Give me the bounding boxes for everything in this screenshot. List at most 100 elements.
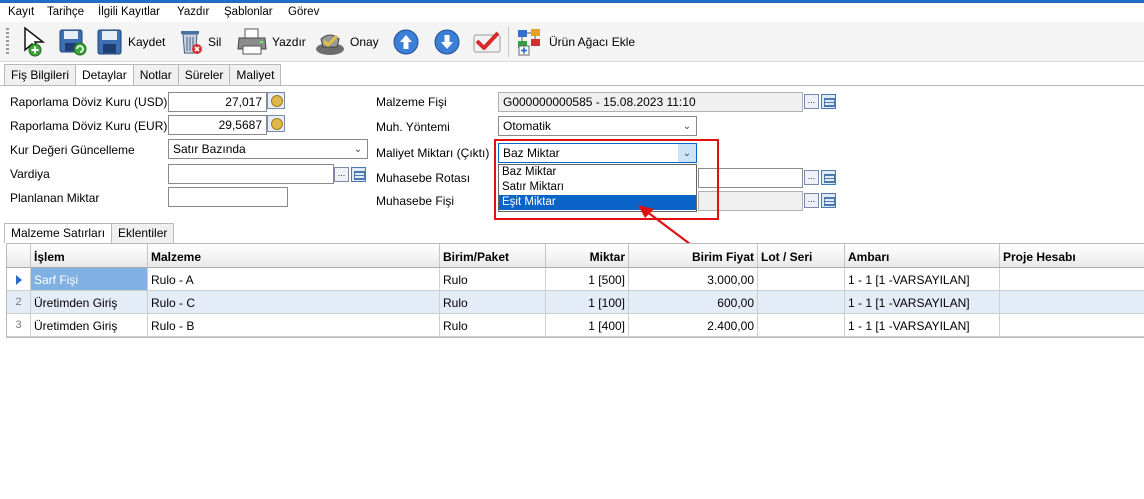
cell-malzeme[interactable]: Rulo - C (148, 291, 440, 314)
grid-header-indicator (7, 244, 31, 268)
tab-notlar[interactable]: Notlar (132, 64, 179, 85)
eur-rate-label: Raporlama Döviz Kuru (EUR) (10, 119, 168, 133)
tab-sureler[interactable]: Süreler (177, 64, 231, 85)
product-tree-icon (518, 29, 540, 56)
row-current-indicator (7, 268, 31, 291)
cell-islem[interactable]: Sarf Fişi (31, 268, 148, 291)
table-row[interactable]: 3 Üretimden Giriş Rulo - B Rulo 1 [400] … (7, 314, 1144, 337)
grid-header-islem[interactable]: İşlem (31, 244, 148, 268)
cell-ambari[interactable]: 1 - 1 [1 -VARSAYILAN] (845, 314, 1000, 337)
vardiya-label: Vardiya (10, 167, 50, 181)
grid-header-miktar[interactable]: Miktar (546, 244, 629, 268)
cell-birim-fiyat[interactable]: 600,00 (629, 291, 758, 314)
print-button[interactable]: Yazdır (236, 26, 306, 58)
menu-gorev[interactable]: Görev (288, 6, 319, 18)
save-new-button[interactable] (58, 26, 88, 58)
cell-malzeme[interactable]: Rulo - B (148, 314, 440, 337)
accounting-slip-browse-button[interactable]: ... (804, 193, 819, 208)
cell-ambari[interactable]: 1 - 1 [1 -VARSAYILAN] (845, 268, 1000, 291)
table-row[interactable]: 2 Üretimden Giriş Rulo - C Rulo 1 [100] … (7, 291, 1144, 314)
cell-proje-hesabi[interactable] (1000, 291, 1144, 314)
row-number: 2 (7, 291, 31, 314)
tab-detaylar[interactable]: Detaylar (75, 64, 134, 86)
tab-malzeme-satirlari[interactable]: Malzeme Satırları (4, 223, 113, 243)
cell-ambari[interactable]: 1 - 1 [1 -VARSAYILAN] (845, 291, 1000, 314)
save-button[interactable]: Kaydet (96, 26, 165, 58)
accounting-route-list-icon[interactable] (821, 170, 836, 185)
cell-birim[interactable]: Rulo (440, 268, 546, 291)
new-button[interactable] (20, 26, 46, 58)
cell-malzeme[interactable]: Rulo - A (148, 268, 440, 291)
cell-miktar[interactable]: 1 [500] (546, 268, 629, 291)
eur-rate-field[interactable]: 29,5687 (168, 115, 267, 135)
cell-islem[interactable]: Üretimden Giriş (31, 314, 148, 337)
menu-tarihce[interactable]: Tarihçe (47, 6, 84, 18)
cell-lot-seri[interactable] (758, 314, 845, 337)
accounting-slip-label: Muhasebe Fişi (376, 194, 455, 208)
accounting-method-label: Muh. Yöntemi (376, 120, 450, 134)
cell-birim-fiyat[interactable]: 2.400,00 (629, 314, 758, 337)
grid-header-birim-fiyat[interactable]: Birim Fiyat (629, 244, 758, 268)
table-row[interactable]: Sarf Fişi Rulo - A Rulo 1 [500] 3.000,00… (7, 268, 1144, 291)
grid-header-malzeme[interactable]: Malzeme (148, 244, 440, 268)
accounting-slip-list-icon[interactable] (821, 193, 836, 208)
usd-rate-field[interactable]: 27,017 (168, 92, 267, 112)
delete-button[interactable]: Sil (178, 26, 221, 58)
cost-quantity-label: Maliyet Miktarı (Çıktı) (376, 146, 490, 160)
add-product-tree-button[interactable]: Ürün Ağacı Ekle (515, 26, 635, 58)
move-up-button[interactable] (392, 26, 420, 58)
menu-yazdir[interactable]: Yazdır (177, 6, 209, 18)
trash-delete-icon (181, 31, 202, 54)
toolbar-separator (508, 27, 509, 57)
menu-ilgili-kayitlar[interactable]: İlgili Kayıtlar (98, 6, 160, 18)
vardiya-field[interactable] (168, 164, 334, 184)
approve-button[interactable]: Onay (314, 26, 379, 58)
accounting-method-value: Otomatik (503, 119, 552, 133)
vardiya-list-icon[interactable] (351, 167, 366, 182)
tab-fis-bilgileri[interactable]: Fiş Bilgileri (4, 64, 77, 85)
cell-lot-seri[interactable] (758, 268, 845, 291)
planned-qty-field[interactable] (168, 187, 288, 207)
cell-miktar[interactable]: 1 [100] (546, 291, 629, 314)
cell-birim[interactable]: Rulo (440, 314, 546, 337)
grid-header-lot-seri[interactable]: Lot / Seri (758, 244, 845, 268)
menu-sablonlar[interactable]: Şablonlar (224, 6, 273, 18)
save-refresh-icon (59, 29, 87, 56)
save-icon (97, 29, 122, 55)
usd-rate-lookup-button[interactable] (267, 92, 285, 109)
grid-header-birim-paket[interactable]: Birim/Paket (440, 244, 546, 268)
eur-rate-lookup-button[interactable] (267, 115, 285, 132)
delete-button-label: Sil (208, 35, 222, 49)
accounting-method-combo[interactable]: Otomatik ⌄ (498, 116, 697, 136)
cell-islem[interactable]: Üretimden Giriş (31, 291, 148, 314)
cell-miktar[interactable]: 1 [400] (546, 314, 629, 337)
vardiya-browse-button[interactable]: ... (334, 167, 349, 182)
add-product-tree-label: Ürün Ağacı Ekle (549, 35, 636, 49)
usd-rate-label: Raporlama Döviz Kuru (USD) (10, 95, 168, 109)
grid-bottom-border (6, 337, 1144, 338)
material-slip-browse-button[interactable]: ... (804, 94, 819, 109)
save-button-label: Kaydet (128, 35, 166, 49)
cell-proje-hesabi[interactable] (1000, 268, 1144, 291)
move-down-button[interactable] (433, 26, 461, 58)
grid-header-proje-hesabi[interactable]: Proje Hesabı (1000, 244, 1144, 268)
check-button[interactable] (471, 26, 503, 58)
cell-proje-hesabi[interactable] (1000, 314, 1144, 337)
chevron-down-icon[interactable]: ⌄ (678, 117, 696, 135)
chevron-down-icon[interactable]: ⌄ (349, 140, 367, 158)
tab-eklentiler[interactable]: Eklentiler (111, 223, 175, 243)
rate-update-label: Kur Değeri Güncelleme (10, 143, 135, 157)
cell-lot-seri[interactable] (758, 291, 845, 314)
cell-birim-fiyat[interactable]: 3.000,00 (629, 268, 758, 291)
toolbar: Kaydet Sil Yazdır Onay Ürün Ağacı Ekle (0, 22, 1144, 62)
row-pointer-icon (15, 275, 22, 285)
menu-kayit[interactable]: Kayıt (8, 6, 34, 18)
cell-birim[interactable]: Rulo (440, 291, 546, 314)
grid-header-ambari[interactable]: Ambarı (845, 244, 1000, 268)
accounting-route-browse-button[interactable]: ... (804, 170, 819, 185)
form-tabs: Fiş Bilgileri Detaylar Notlar Süreler Ma… (4, 64, 282, 86)
rate-update-combo[interactable]: Satır Bazında ⌄ (168, 139, 368, 159)
tab-maliyet[interactable]: Maliyet (229, 64, 282, 85)
material-slip-list-icon[interactable] (821, 94, 836, 109)
material-slip-field[interactable]: G000000000585 - 15.08.2023 11:10 (498, 92, 803, 112)
